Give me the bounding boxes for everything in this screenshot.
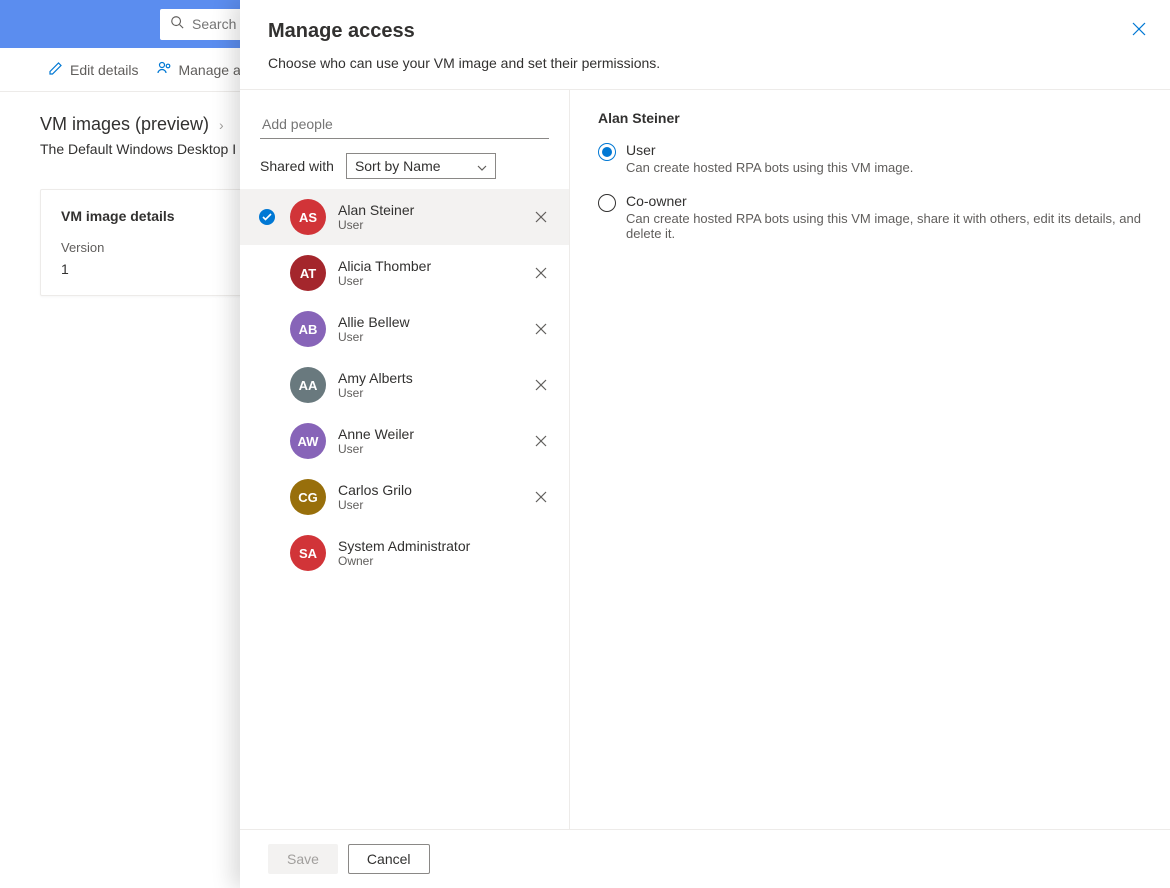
avatar: AT [290, 255, 326, 291]
permission-option[interactable]: User Can create hosted RPA bots using thi… [598, 142, 1142, 175]
person-name: System Administrator [338, 538, 519, 554]
close-icon [535, 435, 547, 447]
remove-person-button[interactable] [531, 323, 551, 335]
add-people-input[interactable] [260, 110, 549, 139]
avatar: AB [290, 311, 326, 347]
person-row[interactable]: AT Alicia ThomberUser [240, 245, 569, 301]
person-role: User [338, 498, 519, 512]
permission-description: Can create hosted RPA bots using this VM… [626, 160, 913, 175]
edit-details-button[interactable]: Edit details [48, 60, 138, 79]
avatar: SA [290, 535, 326, 571]
panel-footer: Save Cancel [240, 829, 1170, 888]
people-icon [156, 60, 172, 79]
save-button[interactable]: Save [268, 844, 338, 874]
search-icon [170, 15, 184, 34]
permission-option[interactable]: Co-owner Can create hosted RPA bots using… [598, 193, 1142, 241]
close-icon [1132, 22, 1146, 36]
people-column: Shared with Sort by Name ASAlan SteinerU… [240, 90, 570, 829]
edit-details-label: Edit details [70, 62, 138, 78]
pencil-icon [48, 60, 64, 79]
sort-dropdown[interactable]: Sort by Name [346, 153, 496, 179]
sort-value: Sort by Name [355, 158, 441, 174]
select-check[interactable] [256, 209, 278, 225]
person-role: User [338, 218, 519, 232]
person-name: Allie Bellew [338, 314, 519, 330]
person-name: Carlos Grilo [338, 482, 519, 498]
avatar: AS [290, 199, 326, 235]
remove-person-button[interactable] [531, 267, 551, 279]
permissions-heading: Alan Steiner [598, 110, 1142, 126]
person-name: Amy Alberts [338, 370, 519, 386]
person-role: Owner [338, 554, 519, 568]
person-role: User [338, 274, 519, 288]
cancel-button[interactable]: Cancel [348, 844, 430, 874]
person-row[interactable]: AB Allie BellewUser [240, 301, 569, 357]
manage-access-panel: Manage access Choose who can use your VM… [240, 0, 1170, 888]
people-list: ASAlan SteinerUserATAlicia ThomberUserAB… [240, 189, 569, 829]
close-icon [535, 267, 547, 279]
person-row[interactable]: CG Carlos GriloUser [240, 469, 569, 525]
close-icon [535, 379, 547, 391]
person-role: User [338, 330, 519, 344]
radio[interactable] [598, 143, 616, 161]
close-icon [535, 323, 547, 335]
permission-label: Co-owner [626, 193, 1142, 209]
remove-person-button[interactable] [531, 435, 551, 447]
close-button[interactable] [1132, 22, 1146, 41]
avatar: CG [290, 479, 326, 515]
shared-with-label: Shared with [260, 158, 334, 174]
check-icon [262, 213, 272, 221]
person-name: Alan Steiner [338, 202, 519, 218]
close-icon [535, 211, 547, 223]
panel-description: Choose who can use your VM image and set… [240, 55, 1170, 89]
person-name: Alicia Thomber [338, 258, 519, 274]
person-role: User [338, 442, 519, 456]
permission-label: User [626, 142, 913, 158]
remove-person-button[interactable] [531, 379, 551, 391]
radio[interactable] [598, 194, 616, 212]
person-row[interactable]: AW Anne WeilerUser [240, 413, 569, 469]
person-row[interactable]: SA System AdministratorOwner [240, 525, 569, 581]
chevron-right-icon: › [219, 117, 224, 133]
remove-person-button[interactable] [531, 211, 551, 223]
avatar: AA [290, 367, 326, 403]
person-role: User [338, 386, 519, 400]
permissions-column: Alan Steiner User Can create hosted RPA b… [570, 90, 1170, 829]
person-row[interactable]: AS Alan SteinerUser [240, 189, 569, 245]
avatar: AW [290, 423, 326, 459]
remove-person-button[interactable] [531, 491, 551, 503]
breadcrumb-item[interactable]: VM images (preview) [40, 114, 209, 135]
panel-title: Manage access [268, 20, 1142, 43]
person-row[interactable]: AA Amy AlbertsUser [240, 357, 569, 413]
permission-description: Can create hosted RPA bots using this VM… [626, 211, 1142, 241]
chevron-down-icon [477, 158, 487, 174]
close-icon [535, 491, 547, 503]
person-name: Anne Weiler [338, 426, 519, 442]
